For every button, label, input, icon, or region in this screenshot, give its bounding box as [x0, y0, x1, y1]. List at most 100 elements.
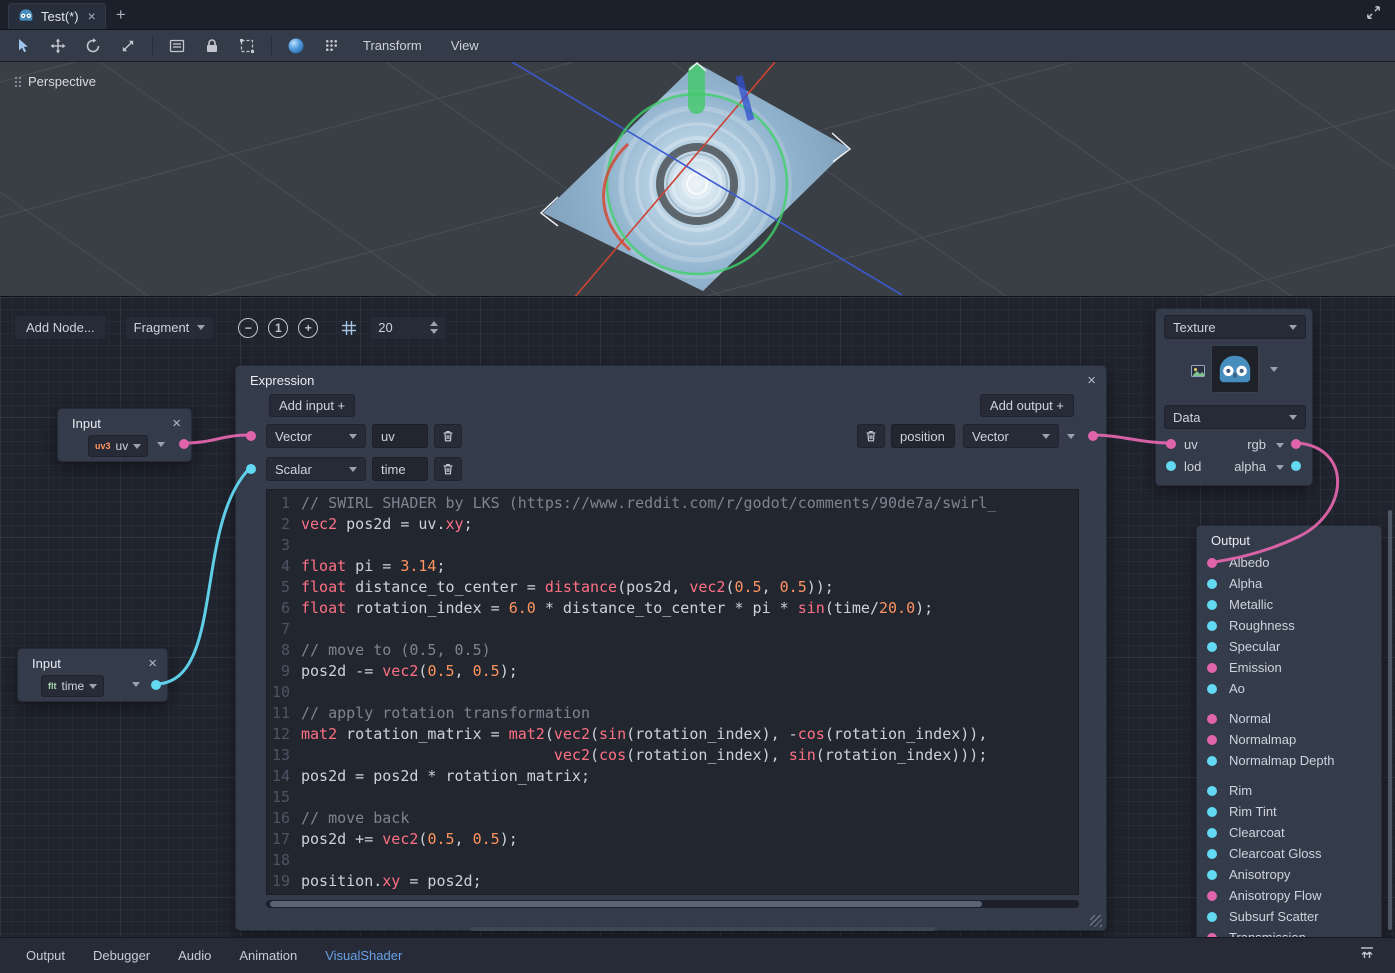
input-time-dropdown[interactable]: flt time: [41, 675, 104, 697]
expand-port-icon[interactable]: [1276, 465, 1284, 470]
snap-grid-toggle-icon[interactable]: [338, 317, 360, 339]
output-port-transmission[interactable]: Transmission: [1197, 927, 1381, 937]
expression-node[interactable]: Expression × Add input + Add output + Ve…: [235, 365, 1107, 931]
add-output-button[interactable]: Add output +: [980, 394, 1074, 417]
expand-port-icon[interactable]: [157, 442, 165, 447]
texture-lod-port[interactable]: [1166, 461, 1176, 471]
code-line[interactable]: 1// SWIRL SHADER by LKS (https://www.red…: [267, 493, 1078, 514]
fullscreen-toggle-icon[interactable]: [1360, 1, 1387, 29]
code-line[interactable]: 12mat2 rotation_matrix = mat2(vec2(sin(r…: [267, 724, 1078, 745]
close-node-icon[interactable]: ×: [172, 416, 181, 431]
output-port-emission[interactable]: Emission: [1197, 657, 1381, 678]
input-uv-dropdown[interactable]: uv3 uv: [88, 435, 148, 457]
port-dot[interactable]: [1207, 714, 1217, 724]
lock-object-icon[interactable]: [201, 35, 223, 57]
code-hscrollbar-thumb[interactable]: [270, 901, 982, 907]
scale-tool-icon[interactable]: [117, 35, 139, 57]
shader-output-node[interactable]: Output AlbedoAlphaMetallicRoughnessSpecu…: [1196, 525, 1382, 937]
port-dot[interactable]: [1207, 870, 1217, 880]
new-tab-button[interactable]: +: [106, 5, 136, 25]
output-port-normal[interactable]: Normal: [1197, 708, 1381, 729]
code-line[interactable]: 10: [267, 682, 1078, 703]
add-node-button[interactable]: Add Node...: [14, 315, 107, 340]
expand-port-icon[interactable]: [1067, 434, 1075, 439]
output-port-clearcoat-gloss[interactable]: Clearcoat Gloss: [1197, 843, 1381, 864]
port-dot[interactable]: [1207, 828, 1217, 838]
port-dot[interactable]: [1207, 756, 1217, 766]
code-line[interactable]: 18: [267, 850, 1078, 871]
zoom-in-button[interactable]: +: [298, 318, 318, 338]
code-line[interactable]: 16// move back: [267, 808, 1078, 829]
position-name-field[interactable]: position: [891, 424, 955, 448]
port-dot[interactable]: [1207, 786, 1217, 796]
code-line[interactable]: 11// apply rotation transformation: [267, 703, 1078, 724]
port-dot[interactable]: [1207, 807, 1217, 817]
zoom-reset-button[interactable]: 1: [268, 318, 288, 338]
code-hscrollbar-track[interactable]: [266, 900, 1079, 908]
output-port-specular[interactable]: Specular: [1197, 636, 1381, 657]
port-dot[interactable]: [1207, 933, 1217, 938]
input-time-output-port[interactable]: [151, 680, 161, 690]
snap-toggle-icon[interactable]: [320, 35, 342, 57]
output-port-anisotropy[interactable]: Anisotropy: [1197, 864, 1381, 885]
expand-port-icon[interactable]: [132, 682, 140, 687]
texture-uv-port[interactable]: [1166, 439, 1176, 449]
expand-bottom-panel-icon[interactable]: [1353, 941, 1381, 970]
viewport-3d[interactable]: Perspective: [0, 62, 1395, 297]
port-dot[interactable]: [1207, 912, 1217, 922]
code-line[interactable]: 9pos2d -= vec2(0.5, 0.5);: [267, 661, 1078, 682]
transform-menu[interactable]: Transform: [355, 34, 430, 57]
output-port-rim[interactable]: Rim: [1197, 780, 1381, 801]
close-node-icon[interactable]: ×: [1087, 373, 1096, 388]
code-line[interactable]: 3: [267, 535, 1078, 556]
group-object-icon[interactable]: [236, 35, 258, 57]
uv-type-dropdown[interactable]: Vector: [266, 424, 366, 448]
scene-tab[interactable]: Test(*) ×: [8, 3, 106, 29]
port-dot[interactable]: [1207, 849, 1217, 859]
texture-rgb-port[interactable]: [1291, 439, 1301, 449]
perspective-menu[interactable]: Perspective: [14, 74, 96, 89]
code-line[interactable]: 4float pi = 3.14;: [267, 556, 1078, 577]
input-time-node[interactable]: Input × flt time: [17, 648, 168, 702]
texture-alpha-port[interactable]: [1291, 461, 1301, 471]
delete-time-input-button[interactable]: [434, 457, 462, 481]
texture-preview[interactable]: [1211, 345, 1259, 393]
local-space-toggle-icon[interactable]: [285, 35, 307, 57]
tab-close-icon[interactable]: ×: [88, 8, 96, 24]
graph-vscrollbar[interactable]: [1388, 510, 1392, 930]
delete-uv-input-button[interactable]: [434, 424, 462, 448]
bottom-tab-debugger[interactable]: Debugger: [81, 942, 162, 969]
port-dot[interactable]: [1207, 600, 1217, 610]
graph-hscrollbar[interactable]: [470, 927, 935, 931]
code-line[interactable]: 14pos2d = pos2d * rotation_matrix;: [267, 766, 1078, 787]
bottom-tab-animation[interactable]: Animation: [227, 942, 309, 969]
port-dot[interactable]: [1207, 735, 1217, 745]
snap-distance-spinbox[interactable]: 20: [370, 316, 446, 340]
port-dot[interactable]: [1207, 558, 1217, 568]
delete-position-output-button[interactable]: [857, 424, 885, 448]
texture-data-dropdown[interactable]: Data: [1164, 405, 1306, 429]
output-port-alpha[interactable]: Alpha: [1197, 573, 1381, 594]
output-port-rim-tint[interactable]: Rim Tint: [1197, 801, 1381, 822]
code-line[interactable]: 15: [267, 787, 1078, 808]
position-type-dropdown[interactable]: Vector: [963, 424, 1059, 448]
expression-uv-input-port[interactable]: [246, 431, 256, 441]
port-dot[interactable]: [1207, 891, 1217, 901]
output-port-normalmap[interactable]: Normalmap: [1197, 729, 1381, 750]
port-dot[interactable]: [1207, 684, 1217, 694]
add-input-button[interactable]: Add input +: [269, 394, 355, 417]
code-line[interactable]: 7: [267, 619, 1078, 640]
code-line[interactable]: 2vec2 pos2d = uv.xy;: [267, 514, 1078, 535]
expression-position-output-port[interactable]: [1088, 431, 1098, 441]
port-dot[interactable]: [1207, 621, 1217, 631]
output-port-metallic[interactable]: Metallic: [1197, 594, 1381, 615]
shader-mode-dropdown[interactable]: Fragment: [125, 316, 215, 340]
output-port-subsurf-scatter[interactable]: Subsurf Scatter: [1197, 906, 1381, 927]
port-dot[interactable]: [1207, 663, 1217, 673]
output-port-ao[interactable]: Ao: [1197, 678, 1381, 699]
output-port-normalmap-depth[interactable]: Normalmap Depth: [1197, 750, 1381, 771]
code-line[interactable]: 6float rotation_index = 6.0 * distance_t…: [267, 598, 1078, 619]
code-line[interactable]: 17pos2d += vec2(0.5, 0.5);: [267, 829, 1078, 850]
time-type-dropdown[interactable]: Scalar: [266, 457, 366, 481]
port-dot[interactable]: [1207, 642, 1217, 652]
